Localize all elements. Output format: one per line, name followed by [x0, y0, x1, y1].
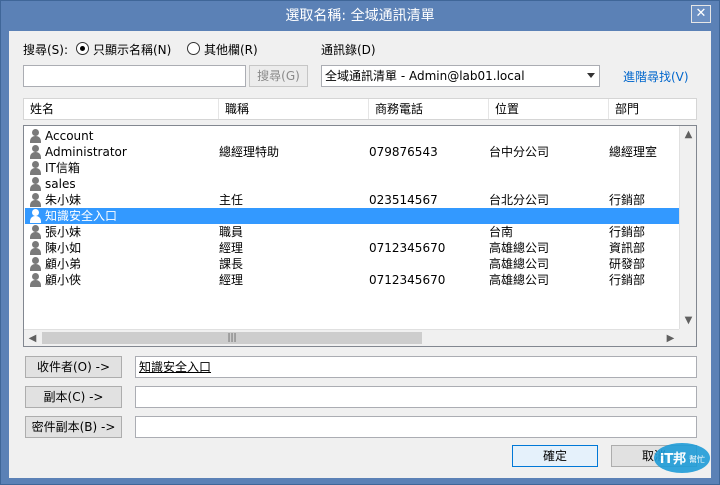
column-header-department[interactable]: 部門 [609, 99, 696, 119]
cell-name: 張小妹 [45, 225, 82, 239]
cell-name: 顧小俠 [45, 273, 82, 287]
list-item[interactable]: 知識安全入口 [25, 208, 679, 224]
address-book-label: 通訊錄(D) [321, 43, 376, 57]
cell-phone: 0712345670 [369, 241, 446, 255]
cell-dept: 行銷部 [609, 273, 646, 287]
column-header-phone[interactable]: 商務電話 [369, 99, 489, 119]
person-icon [29, 177, 42, 191]
cell-title: 職員 [219, 225, 244, 239]
person-icon [29, 145, 42, 159]
list-item[interactable]: Account [25, 128, 679, 144]
cc-button[interactable]: 副本(C) -> [25, 386, 122, 408]
cell-name: IT信箱 [45, 161, 80, 175]
horizontal-scrollbar[interactable]: ◀ ||| ▶ [24, 329, 679, 346]
cell-title: 課長 [219, 257, 244, 271]
dialog-body: 搜尋(S): 只顯示名稱(N) 其他欄(R) 通訊錄(D) 搜尋(G) 全域通訊… [9, 31, 711, 478]
cell-dept: 總經理室 [609, 145, 658, 159]
address-book-selected: 全域通訊清單 - Admin@lab01.local [325, 69, 525, 83]
radio-name-only[interactable] [76, 42, 89, 55]
cell-location: 台中分公司 [489, 145, 550, 159]
cell-name: 知識安全入口 [45, 209, 118, 223]
scroll-left-icon[interactable]: ◀ [24, 330, 41, 346]
scroll-up-icon[interactable]: ▲ [680, 126, 696, 143]
person-icon [29, 225, 42, 239]
cell-location: 高雄總公司 [489, 257, 550, 271]
cell-phone: 079876543 [369, 145, 438, 159]
column-header-location[interactable]: 位置 [489, 99, 609, 119]
radio-other-columns[interactable] [187, 42, 200, 55]
list-item[interactable]: 陳小如 經理 0712345670 高雄總公司 資訊部 [25, 240, 679, 256]
cell-name: Account [45, 129, 94, 143]
cell-name: sales [45, 177, 76, 191]
person-icon [29, 193, 42, 207]
cell-phone: 0712345670 [369, 273, 446, 287]
search-go-button[interactable]: 搜尋(G) [249, 65, 308, 87]
cell-location: 台南 [489, 225, 514, 239]
ithome-logo: iT邦 幫忙 [654, 443, 710, 473]
list-item[interactable]: 張小妹 職員 台南 行銷部 [25, 224, 679, 240]
list-item[interactable]: 朱小妹 主任 023514567 台北分公司 行銷部 [25, 192, 679, 208]
person-icon [29, 209, 42, 223]
advanced-find-link[interactable]: 進階尋找(V) [623, 68, 689, 85]
to-recipient[interactable]: 知識安全入口 [139, 360, 211, 374]
cc-field[interactable] [135, 386, 697, 408]
scroll-down-icon[interactable]: ▼ [680, 312, 696, 329]
ok-button[interactable]: 確定 [512, 445, 598, 467]
cell-location: 台北分公司 [489, 193, 550, 207]
close-icon: ✕ [695, 6, 707, 21]
scroll-right-icon[interactable]: ▶ [662, 330, 679, 346]
cell-name: 陳小如 [45, 241, 82, 255]
vertical-scrollbar[interactable]: ▲ ▼ [679, 126, 696, 329]
cell-name: 顧小弟 [45, 257, 82, 271]
cell-location: 高雄總公司 [489, 273, 550, 287]
address-book-select[interactable]: 全域通訊清單 - Admin@lab01.local [321, 65, 600, 87]
cell-dept: 研發部 [609, 257, 646, 271]
person-icon [29, 129, 42, 143]
cell-name: Administrator [45, 145, 127, 159]
scrollbar-corner [679, 329, 696, 346]
cell-title: 主任 [219, 193, 244, 207]
list-item[interactable]: IT信箱 [25, 160, 679, 176]
list-item[interactable]: 顧小俠 經理 0712345670 高雄總公司 行銷部 [25, 272, 679, 288]
bcc-button[interactable]: 密件副本(B) -> [25, 416, 122, 438]
address-list: Account Administrator 總經理特助 079876543 台中分公司 總… [23, 125, 697, 347]
list-item[interactable]: 顧小弟 課長 高雄總公司 研發部 [25, 256, 679, 272]
cell-dept: 行銷部 [609, 225, 646, 239]
person-icon [29, 273, 42, 287]
person-icon [29, 257, 42, 271]
cell-phone: 023514567 [369, 193, 438, 207]
logo-text: iT邦 [660, 451, 686, 467]
person-icon [29, 241, 42, 255]
column-header-name[interactable]: 姓名 [24, 99, 219, 119]
dialog-title: 選取名稱: 全域通訊清單 [285, 8, 435, 24]
search-label: 搜尋(S): [23, 43, 69, 57]
search-input[interactable] [23, 65, 246, 87]
cell-dept: 行銷部 [609, 193, 646, 207]
dialog-window: 選取名稱: 全域通訊清單 ✕ 搜尋(S): 只顯示名稱(N) 其他欄(R) 通訊… [0, 0, 720, 485]
radio-other-columns-label[interactable]: 其他欄(R) [204, 41, 258, 58]
person-icon [29, 161, 42, 175]
cell-dept: 資訊部 [609, 241, 646, 255]
cell-name: 朱小妹 [45, 193, 82, 207]
bcc-field[interactable] [135, 416, 697, 438]
radio-name-only-label[interactable]: 只顯示名稱(N) [93, 41, 171, 58]
close-button[interactable]: ✕ [691, 5, 711, 23]
horizontal-scroll-thumb[interactable]: ||| [42, 332, 422, 344]
column-header-title[interactable]: 職稱 [219, 99, 369, 119]
to-field[interactable]: 知識安全入口 [135, 356, 697, 378]
cell-location: 高雄總公司 [489, 241, 550, 255]
cell-title: 總經理特助 [219, 145, 280, 159]
title-bar[interactable]: 選取名稱: 全域通訊清單 [1, 1, 719, 31]
logo-subtext: 幫忙 [689, 454, 705, 464]
cell-title: 經理 [219, 273, 244, 287]
list-item[interactable]: sales [25, 176, 679, 192]
chevron-down-icon [587, 73, 595, 78]
to-button[interactable]: 收件者(O) -> [25, 356, 122, 378]
list-item[interactable]: Administrator 總經理特助 079876543 台中分公司 總經理室 [25, 144, 679, 160]
list-header: 姓名 職稱 商務電話 位置 部門 [23, 98, 697, 120]
cell-title: 經理 [219, 241, 244, 255]
